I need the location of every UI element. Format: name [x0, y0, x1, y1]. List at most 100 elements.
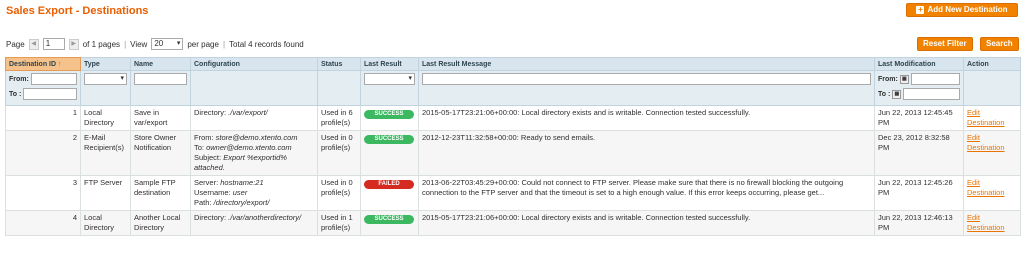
prev-page-icon[interactable]: ◀ [28, 38, 39, 50]
config-line: Directory: ./var/anotherdirectory/ [194, 213, 302, 222]
table-row[interactable]: 2 E-Mail Recipient(s) Store Owner Notifica… [5, 130, 1021, 176]
filter-name [130, 70, 191, 106]
table-row[interactable]: 1 Local Directory Save in var/export Direct… [5, 105, 1021, 131]
filter-action [963, 70, 1021, 106]
filter-row: From: To : From:▦ To :▦ [5, 70, 1021, 106]
result-badge: SUCCESS [364, 110, 414, 119]
cell-modified: Dec 23, 2012 8:32:58 PM [874, 130, 964, 176]
cell-status: Used in 0 profile(s) [317, 175, 361, 211]
cell-action: Edit Destination [963, 105, 1021, 131]
view-label: View [130, 39, 148, 49]
cell-action: Edit Destination [963, 130, 1021, 176]
cell-name: Save in var/export [130, 105, 191, 131]
result-filter-select[interactable] [364, 73, 415, 85]
config-line: To: owner@demo.xtento.com [194, 143, 292, 152]
cell-id: 3 [5, 175, 81, 211]
message-filter-input[interactable] [422, 73, 871, 85]
edit-destination-link[interactable]: Edit Destination [967, 213, 1005, 232]
cell-type: E-Mail Recipient(s) [80, 130, 131, 176]
id-to-input[interactable] [23, 88, 77, 100]
per-page-text: per page [187, 39, 219, 49]
cell-last-result: FAILED [360, 175, 419, 211]
next-page-icon[interactable]: ▶ [68, 38, 79, 50]
cell-configuration: Directory: ./var/export/ [190, 105, 318, 131]
cell-message: 2015-05-17T23:21:06+00:00: Local directo… [418, 105, 875, 131]
result-badge: SUCCESS [364, 135, 414, 144]
reset-filter-button[interactable]: Reset Filter [917, 37, 973, 51]
cell-id: 2 [5, 130, 81, 176]
header-row: Destination ID ↑ Type Name Configuration… [5, 57, 1021, 71]
result-badge: FAILED [364, 180, 414, 189]
cell-last-result: SUCCESS [360, 105, 419, 131]
cell-action: Edit Destination [963, 210, 1021, 236]
table-row[interactable]: 4 Local Directory Another Local Directory D… [5, 210, 1021, 236]
plus-icon: + [916, 5, 925, 14]
grid-body: 1 Local Directory Save in var/export Direct… [5, 105, 1021, 236]
config-line: Directory: ./var/export/ [194, 108, 268, 117]
destinations-grid: Destination ID ↑ Type Name Configuration… [5, 57, 1021, 236]
cell-status: Used in 6 profile(s) [317, 105, 361, 131]
cell-configuration: Server: hostname:21 Username: user Path: /… [190, 175, 318, 211]
filter-last-result [360, 70, 419, 106]
column-destination-id[interactable]: Destination ID ↑ [5, 57, 81, 71]
calendar-icon[interactable]: ▦ [892, 89, 902, 99]
cell-configuration: Directory: ./var/anotherdirectory/ [190, 210, 318, 236]
column-last-result[interactable]: Last Result [360, 57, 419, 71]
of-pages-text: of 1 pages [82, 39, 121, 49]
cell-name: Store Owner Notification [130, 130, 191, 176]
cell-configuration: From: store@demo.xtento.com To: owner@dem… [190, 130, 318, 176]
column-status[interactable]: Status [317, 57, 361, 71]
name-filter-input[interactable] [134, 73, 187, 85]
cell-message: 2013-06-22T03:45:29+00:00: Could not con… [418, 175, 875, 211]
cell-last-result: SUCCESS [360, 130, 419, 176]
date-from-input[interactable] [910, 73, 960, 85]
cell-id: 1 [5, 105, 81, 131]
config-line: Username: user [194, 188, 248, 197]
cell-name: Another Local Directory [130, 210, 191, 236]
column-action: Action [963, 57, 1021, 71]
edit-destination-link[interactable]: Edit Destination [967, 133, 1005, 152]
cell-last-result: SUCCESS [360, 210, 419, 236]
per-page-select[interactable]: 20 [151, 38, 184, 50]
cell-type: Local Directory [80, 105, 131, 131]
add-new-destination-button[interactable]: + Add New Destination [906, 3, 1018, 17]
filter-modification: From: ▦ To : ▦ [874, 70, 964, 106]
pager-separator: | [222, 39, 226, 49]
type-filter-select[interactable] [84, 73, 127, 85]
column-configuration[interactable]: Configuration [190, 57, 318, 71]
page-title: Sales Export - Destinations [6, 5, 149, 17]
total-records: Total 4 records found [229, 39, 304, 49]
cell-id: 4 [5, 210, 81, 236]
column-name[interactable]: Name [130, 57, 191, 71]
cell-type: FTP Server [80, 175, 131, 211]
cell-modified: Jun 22, 2013 12:46:13 PM [874, 210, 964, 236]
id-from-input[interactable] [30, 73, 77, 85]
column-type[interactable]: Type [80, 57, 131, 71]
config-line: From: store@demo.xtento.com [194, 133, 298, 142]
cell-status: Used in 0 profile(s) [317, 130, 361, 176]
cell-action: Edit Destination [963, 175, 1021, 211]
cell-status: Used in 1 profile(s) [317, 210, 361, 236]
date-to-input[interactable] [903, 88, 960, 100]
column-last-modification[interactable]: Last Modification [874, 57, 964, 71]
edit-destination-link[interactable]: Edit Destination [967, 108, 1005, 127]
pager: Page ◀ 1 ▶ of 1 pages | View 20 per page… [6, 38, 304, 50]
page-label: Page [6, 39, 25, 49]
pager-separator: | [124, 39, 127, 49]
config-line: Subject: Export %exportid% attached. [194, 153, 287, 172]
cell-message: 2012-12-23T11:32:58+00:00: Ready to send… [418, 130, 875, 176]
add-button-label: Add New Destination [927, 5, 1008, 14]
cell-modified: Jun 22, 2013 12:45:26 PM [874, 175, 964, 211]
filter-message [418, 70, 875, 106]
search-button[interactable]: Search [980, 37, 1019, 51]
edit-destination-link[interactable]: Edit Destination [967, 178, 1005, 197]
page-input[interactable]: 1 [42, 38, 65, 50]
config-line: Server: hostname:21 [194, 178, 264, 187]
cell-type: Local Directory [80, 210, 131, 236]
table-row[interactable]: 3 FTP Server Sample FTP destination Server:… [5, 175, 1021, 211]
column-last-result-message[interactable]: Last Result Message [418, 57, 875, 71]
filter-id: From: To : [5, 70, 81, 106]
filter-status [317, 70, 361, 106]
sort-arrow-icon: ↑ [58, 60, 62, 68]
calendar-icon[interactable]: ▦ [899, 74, 909, 84]
